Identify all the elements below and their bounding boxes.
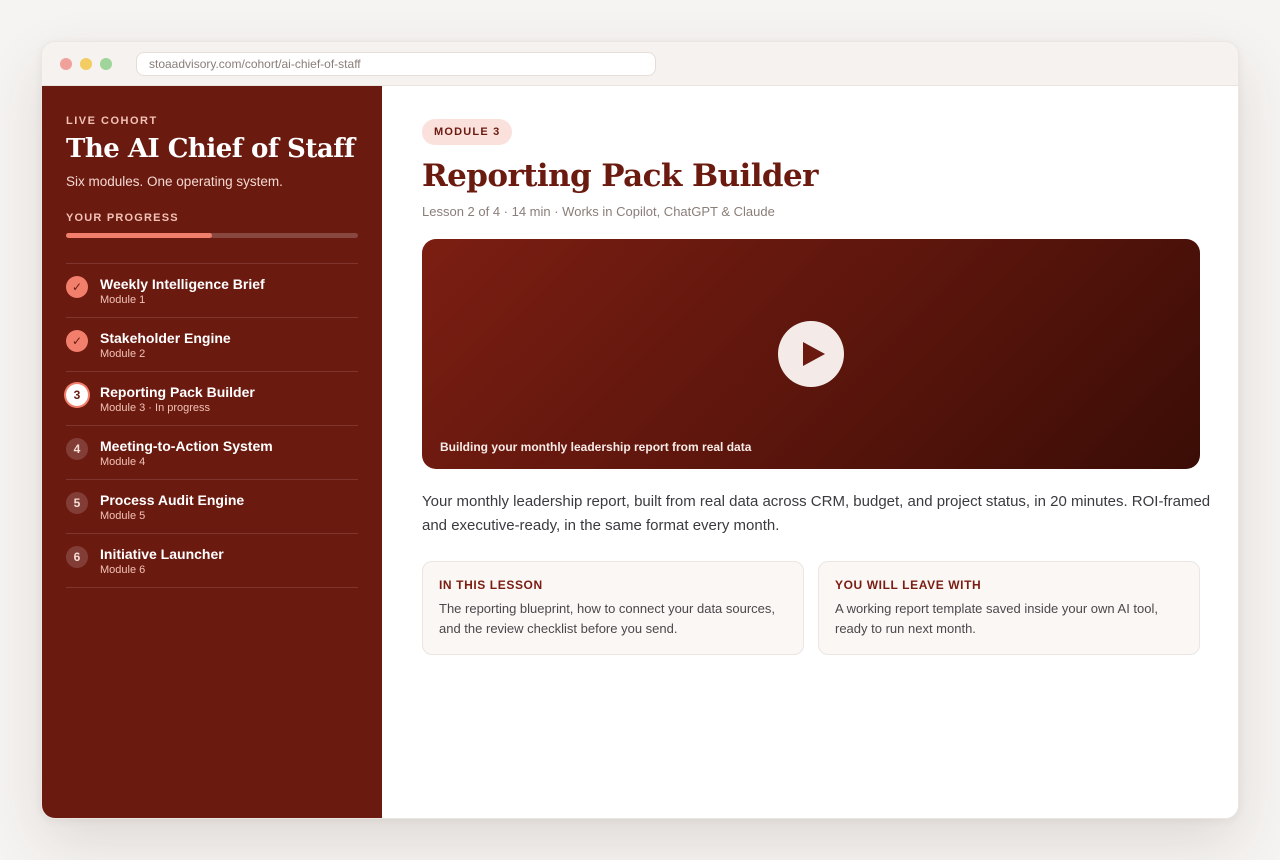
play-icon[interactable]	[778, 321, 844, 387]
module-item-reporting-pack-builder[interactable]: 3 Reporting Pack Builder Module 3 · In p…	[66, 372, 358, 426]
module-number-icon: 5	[66, 492, 88, 514]
module-item-process-audit-engine[interactable]: 5 Process Audit Engine Module 5	[66, 480, 358, 534]
module-name: Stakeholder Engine	[100, 330, 231, 346]
module-name: Reporting Pack Builder	[100, 384, 255, 400]
video-player[interactable]: Building your monthly leadership report …	[422, 239, 1200, 469]
module-meta: Module 3 · In progress	[100, 402, 211, 414]
progress-bar	[66, 233, 358, 238]
module-item-initiative-launcher[interactable]: 6 Initiative Launcher Module 6	[66, 534, 358, 588]
module-meta: Module 2	[100, 348, 146, 360]
module-number-icon: 3	[66, 384, 88, 406]
maximize-window-icon[interactable]	[100, 58, 112, 70]
progress-label: YOUR PROGRESS	[66, 212, 179, 224]
check-icon: ✓	[66, 276, 88, 298]
in-this-lesson-card: IN THIS LESSON The reporting blueprint, …	[422, 561, 804, 655]
lesson-description: Your monthly leadership report, built fr…	[422, 493, 1211, 534]
module-list: ✓ Weekly Intelligence Brief Module 1 ✓ S…	[66, 263, 358, 588]
card-heading: YOU WILL LEAVE WITH	[835, 578, 982, 592]
module-meta: Module 1	[100, 294, 146, 306]
module-name: Initiative Launcher	[100, 546, 224, 562]
module-badge: MODULE 3	[422, 119, 513, 145]
progress-bar-fill	[66, 233, 212, 238]
module-number-icon: 4	[66, 438, 88, 460]
module-name: Process Audit Engine	[100, 492, 245, 508]
cohort-eyebrow: LIVE COHORT	[66, 115, 158, 127]
lesson-content: MODULE 3 Reporting Pack Builder Lesson 2…	[382, 86, 1238, 818]
course-title: The AI Chief of Staff	[66, 134, 355, 164]
module-meta: Module 4	[100, 456, 146, 468]
address-bar[interactable]: stoaadvisory.com/cohort/ai-chief-of-staf…	[136, 52, 656, 76]
module-number-icon: 6	[66, 546, 88, 568]
card-heading: IN THIS LESSON	[439, 578, 543, 592]
course-subtitle: Six modules. One operating system.	[66, 174, 283, 189]
video-caption: Building your monthly leadership report …	[440, 440, 752, 454]
module-item-meeting-to-action-system[interactable]: 4 Meeting-to-Action System Module 4	[66, 426, 358, 480]
you-will-leave-with-card: YOU WILL LEAVE WITH A working report tem…	[818, 561, 1200, 655]
module-name: Meeting-to-Action System	[100, 438, 273, 454]
card-body: The reporting blueprint, how to connect …	[439, 601, 776, 636]
module-meta: Module 5	[100, 510, 146, 522]
lesson-cards: IN THIS LESSON The reporting blueprint, …	[422, 561, 1200, 655]
module-name: Weekly Intelligence Brief	[100, 276, 265, 292]
browser-titlebar: stoaadvisory.com/cohort/ai-chief-of-staf…	[42, 42, 1238, 86]
close-window-icon[interactable]	[60, 58, 72, 70]
minimize-window-icon[interactable]	[80, 58, 92, 70]
browser-window: stoaadvisory.com/cohort/ai-chief-of-staf…	[41, 41, 1239, 819]
check-icon: ✓	[66, 330, 88, 352]
lesson-meta: Lesson 2 of 4 · 14 min · Works in Copilo…	[422, 204, 775, 219]
lesson-title: Reporting Pack Builder	[422, 158, 818, 194]
course-sidebar: LIVE COHORT The AI Chief of Staff Six mo…	[42, 86, 382, 818]
card-body: A working report template saved inside y…	[835, 601, 1159, 636]
module-item-stakeholder-engine[interactable]: ✓ Stakeholder Engine Module 2	[66, 318, 358, 372]
module-item-weekly-intelligence-brief[interactable]: ✓ Weekly Intelligence Brief Module 1	[66, 264, 358, 318]
module-meta: Module 6	[100, 564, 146, 576]
